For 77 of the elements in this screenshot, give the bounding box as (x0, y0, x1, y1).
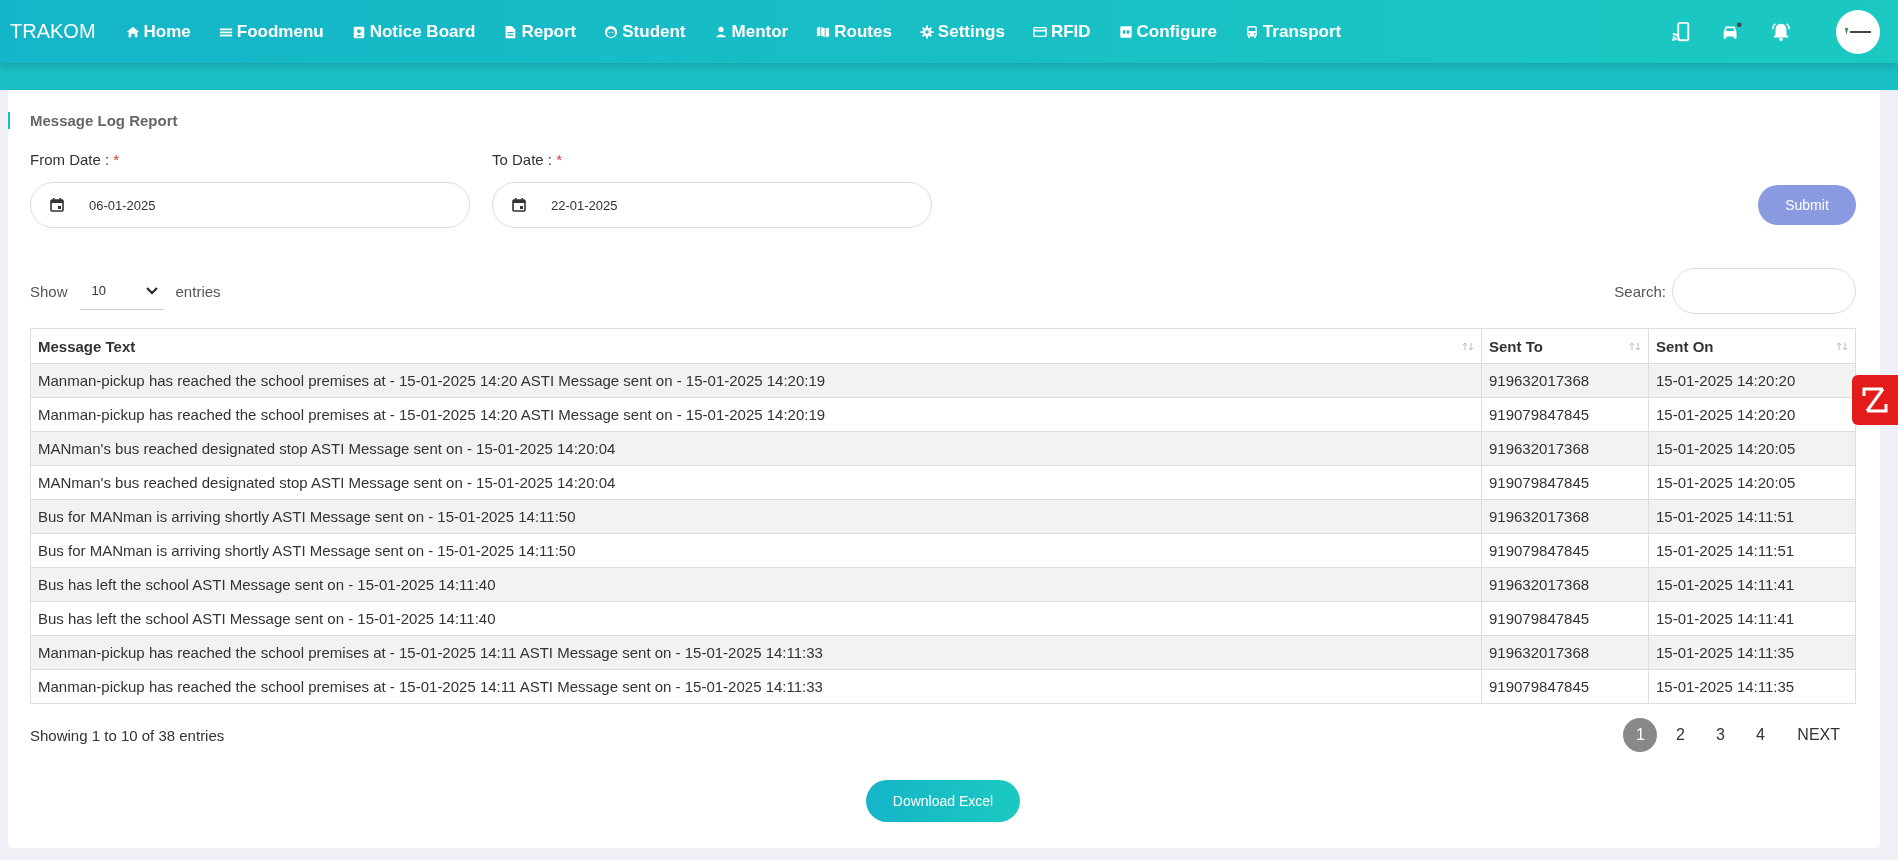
map-icon (816, 24, 831, 39)
face-icon (604, 24, 619, 39)
table-cell: 919079847845 (1481, 397, 1649, 432)
table-cell: 919632017368 (1481, 499, 1649, 534)
bus-icon (1244, 24, 1259, 39)
nav-item[interactable]: Student (604, 21, 686, 42)
card-title: Message Log Report (8, 112, 1856, 129)
nav-item[interactable]: Configure (1118, 21, 1217, 42)
badge-icon (351, 24, 366, 39)
page-size-select[interactable]: 10 (79, 272, 164, 310)
table-cell: 919632017368 (1481, 431, 1649, 466)
sort-icon (1629, 341, 1641, 351)
column-header[interactable]: Sent On (1648, 328, 1856, 364)
nav-item[interactable]: Foodmenu (218, 21, 324, 42)
table-cell: Bus has left the school ASTI Message sent on - 15-01-2025 14:11:40 (30, 567, 1482, 602)
profile-avatar[interactable] (1836, 9, 1880, 54)
sort-icon (1462, 341, 1474, 351)
table-cell: Bus for MANman is arriving shortly ASTI Message sent on - 15-01-2025 14:11:50 (30, 499, 1482, 534)
table-cell: 919632017368 (1481, 635, 1649, 670)
table-cell: 919632017368 (1481, 363, 1649, 398)
next-button[interactable]: NEXT (1791, 725, 1846, 745)
doc-icon (503, 24, 518, 39)
table-cell: 15-01-2025 14:11:35 (1648, 669, 1856, 704)
table-cell: 919079847845 (1481, 601, 1649, 636)
table-cell: Manman-pickup has reached the school premises at - 15-01-2025 14:20 ASTI Message sent on - 15-01-2025 14:20:19 (30, 363, 1482, 398)
table-cell: MANman's bus reached designated stop ASTI Message sent on - 15-01-2025 14:20:04 (30, 465, 1482, 500)
page-button[interactable]: 3 (1703, 718, 1738, 752)
table-cell: Bus for MANman is arriving shortly ASTI Message sent on - 15-01-2025 14:11:50 (30, 533, 1482, 568)
page-button[interactable]: 1 (1623, 718, 1658, 752)
nav-item[interactable]: RFID (1032, 21, 1091, 42)
search-label: Search: (1614, 282, 1666, 300)
brand-logo[interactable]: TRAKOM (10, 20, 96, 43)
page-button[interactable]: 4 (1743, 718, 1778, 752)
submit-button[interactable]: Submit (1758, 185, 1856, 225)
sort-icon (1836, 341, 1848, 351)
table-cell: 919079847845 (1481, 533, 1649, 568)
config-icon (1118, 24, 1133, 39)
table-cell: 15-01-2025 14:20:05 (1648, 465, 1856, 500)
calendar-icon (49, 197, 65, 213)
nav-item[interactable]: Settings (919, 21, 1005, 42)
table-cell: 15-01-2025 14:11:35 (1648, 635, 1856, 670)
search-field[interactable] (1672, 268, 1856, 314)
nav-item[interactable]: Mentor (713, 21, 789, 42)
show-label: Show (30, 282, 68, 300)
table-cell: 919079847845 (1481, 669, 1649, 704)
nav-item[interactable]: Notice Board (351, 21, 476, 42)
column-header[interactable]: Message Text (30, 328, 1482, 364)
table-cell: 15-01-2025 14:20:05 (1648, 431, 1856, 466)
table-cell: 919079847845 (1481, 465, 1649, 500)
table-cell: Manman-pickup has reached the school premises at - 15-01-2025 14:20 ASTI Message sent on - 15-01-2025 14:20:19 (30, 397, 1482, 432)
table-cell: Bus has left the school ASTI Message sent on - 15-01-2025 14:11:40 (30, 601, 1482, 636)
table-cell: 15-01-2025 14:20:20 (1648, 363, 1856, 398)
home-icon (125, 24, 140, 39)
nav-item[interactable]: Report (503, 21, 577, 42)
settings-icon (919, 24, 934, 39)
table-cell: MANman's bus reached designated stop ASTI Message sent on - 15-01-2025 14:20:04 (30, 431, 1482, 466)
table-cell: 919632017368 (1481, 567, 1649, 602)
widget-button[interactable] (1852, 375, 1898, 425)
date-label: From Date : * (30, 151, 121, 168)
table-cell: 15-01-2025 14:11:41 (1648, 601, 1856, 636)
page-button[interactable]: 2 (1663, 718, 1698, 752)
table-cell: Manman-pickup has reached the school premises at - 15-01-2025 14:11 ASTI Message sent on - 15-01-2025 14:11:33 (30, 669, 1482, 704)
calendar-icon (511, 197, 527, 213)
table-cell: 15-01-2025 14:11:51 (1648, 533, 1856, 568)
entries-info: Showing 1 to 10 of 38 entries (30, 726, 225, 744)
download-excel-button[interactable]: Download Excel (866, 780, 1020, 822)
chevron-down-icon (145, 286, 158, 295)
nav-item[interactable]: Routes (816, 21, 892, 42)
nav-item[interactable]: Home (125, 21, 191, 42)
card-icon (1032, 24, 1047, 39)
nav-item[interactable]: Transport (1244, 21, 1342, 42)
date-label: To Date : * (492, 151, 564, 168)
table-cell: 15-01-2025 14:11:41 (1648, 567, 1856, 602)
table-cell: 15-01-2025 14:11:51 (1648, 499, 1856, 534)
table-cell: Manman-pickup has reached the school premises at - 15-01-2025 14:11 ASTI Message sent on - 15-01-2025 14:11:33 (30, 635, 1482, 670)
entries-label: entries (175, 282, 221, 300)
column-header[interactable]: Sent To (1481, 328, 1649, 364)
